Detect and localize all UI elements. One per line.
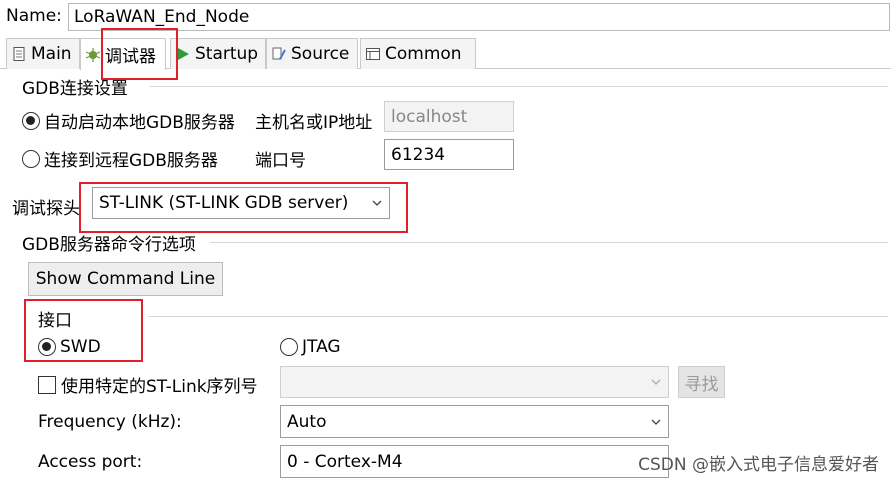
tab-startup-label: Startup xyxy=(195,44,259,64)
stlink-serial-label: 使用特定的ST-Link序列号 xyxy=(61,377,258,397)
debugger-icon xyxy=(85,47,101,62)
gdb-server-options-title: GDB服务器命令行选项 xyxy=(22,235,196,255)
stlink-serial-checkbox-box[interactable] xyxy=(38,375,56,394)
remote-label: 连接到远程GDB服务器 xyxy=(44,151,218,171)
tab-main[interactable]: Main xyxy=(6,38,80,69)
chevron-down-icon xyxy=(651,379,661,385)
gdb-connection-divider xyxy=(150,86,888,87)
common-icon xyxy=(366,48,380,60)
jtag-label: JTAG xyxy=(302,337,341,357)
host-label: 主机名或IP地址 xyxy=(255,113,373,133)
name-input[interactable]: LoRaWAN_End_Node xyxy=(68,3,890,31)
source-icon xyxy=(272,47,286,60)
chevron-down-icon xyxy=(651,419,661,425)
frequency-select[interactable]: Auto xyxy=(280,405,669,438)
tab-common-label: Common xyxy=(385,44,462,64)
stlink-serial-checkbox[interactable]: 使用特定的ST-Link序列号 xyxy=(38,372,258,397)
gdb-server-options-divider xyxy=(210,242,888,243)
interface-divider xyxy=(148,316,888,317)
remote-radio-indicator[interactable] xyxy=(22,149,40,168)
gdb-connection-title: GDB连接设置 xyxy=(22,79,128,99)
stlink-serial-select[interactable] xyxy=(280,366,669,398)
show-command-line-button[interactable]: Show Command Line xyxy=(28,262,223,296)
find-button[interactable]: 寻找 xyxy=(678,366,725,398)
access-port-value: 0 - Cortex-M4 xyxy=(287,451,403,472)
host-input[interactable]: localhost xyxy=(384,101,514,132)
debug-probe-label: 调试探头 xyxy=(12,199,80,219)
jtag-radio-indicator[interactable] xyxy=(280,338,298,356)
tab-main-label: Main xyxy=(31,44,72,64)
highlight-interface xyxy=(24,299,143,362)
highlight-debug-probe xyxy=(79,182,408,233)
document-icon xyxy=(13,47,25,61)
access-port-label: Access port: xyxy=(38,452,143,472)
port-label: 端口号 xyxy=(255,151,306,171)
tab-source[interactable]: Source xyxy=(266,38,358,69)
frequency-value: Auto xyxy=(287,411,327,432)
name-label: Name: xyxy=(6,6,62,26)
auto-start-label: 自动启动本地GDB服务器 xyxy=(44,113,235,133)
highlight-debugger-tab xyxy=(101,28,178,80)
access-port-select[interactable]: 0 - Cortex-M4 xyxy=(280,445,669,478)
watermark-text: CSDN @嵌入式电子信息爱好者 xyxy=(638,455,879,475)
remote-gdb-radio[interactable]: 连接到远程GDB服务器 xyxy=(22,146,218,171)
auto-start-gdb-radio[interactable]: 自动启动本地GDB服务器 xyxy=(22,108,235,133)
tab-common[interactable]: Common xyxy=(360,38,476,69)
jtag-radio[interactable]: JTAG xyxy=(280,337,341,357)
tab-source-label: Source xyxy=(291,44,350,64)
tab-startup[interactable]: Startup xyxy=(170,38,266,69)
frequency-label: Frequency (kHz): xyxy=(38,412,182,432)
port-input[interactable]: 61234 xyxy=(384,139,514,170)
auto-start-radio-indicator[interactable] xyxy=(22,111,40,130)
